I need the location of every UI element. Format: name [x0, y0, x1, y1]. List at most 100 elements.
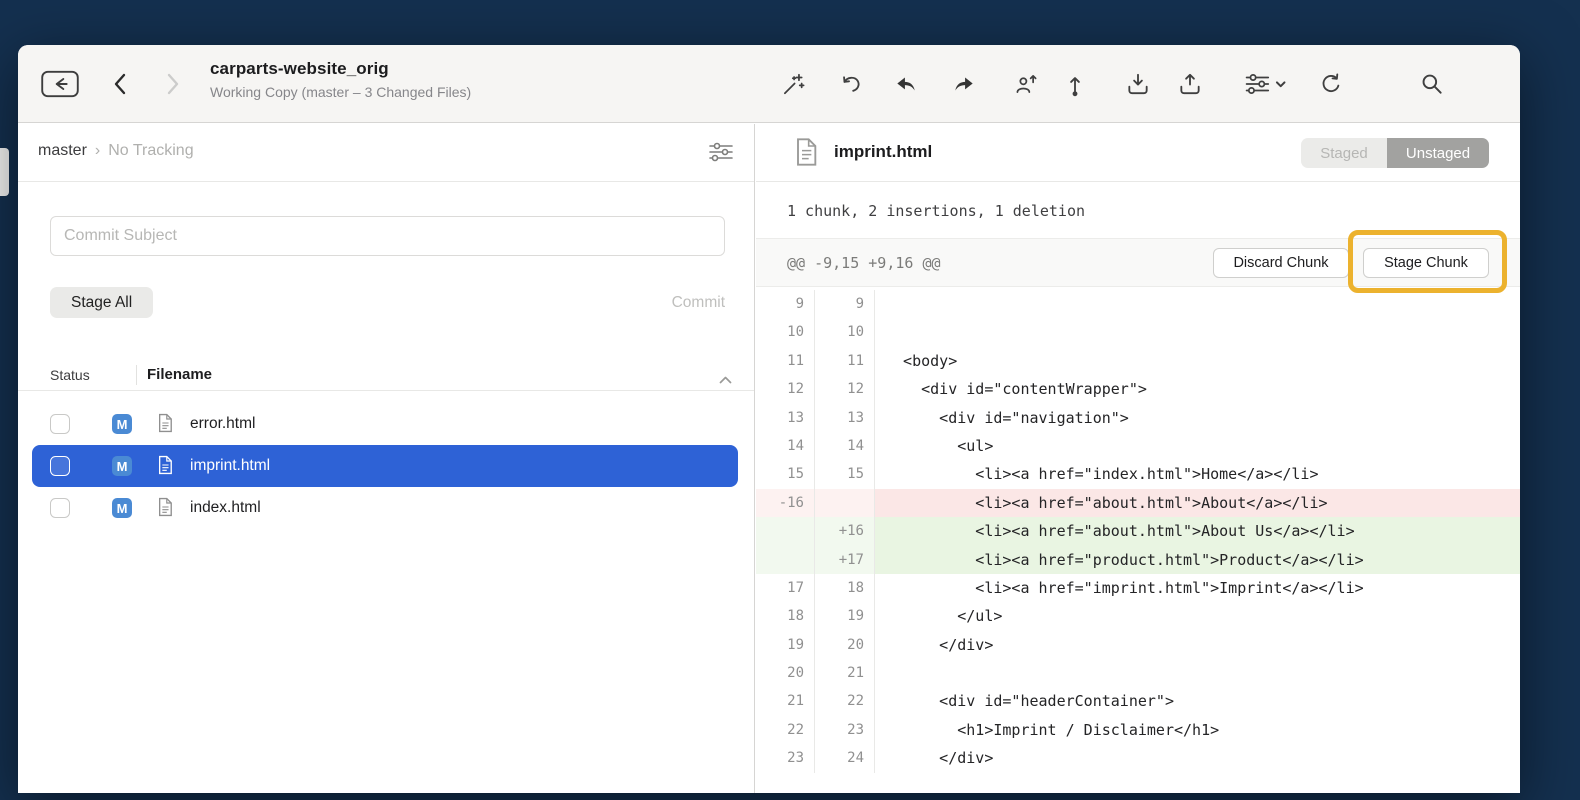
filename-column-header[interactable]: Filename	[147, 366, 212, 383]
diff-filename: imprint.html	[834, 142, 932, 162]
old-line-number: 11	[756, 347, 815, 375]
checkout-icon[interactable]	[1003, 62, 1047, 106]
diff-line[interactable]: 2122 <div id="headerContainer">	[756, 687, 1520, 715]
code-text: </div>	[875, 744, 1520, 772]
new-line-number: 15	[815, 460, 875, 488]
main-content: master › No Tracking Stage All Commit St…	[18, 124, 1520, 793]
commit-subject-input[interactable]	[50, 216, 725, 256]
diff-line[interactable]: 1718 <li><a href="imprint.html">Imprint<…	[756, 574, 1520, 602]
breadcrumb-separator-icon: ›	[95, 142, 100, 160]
chunk-header-bar: @@ -9,15 +9,16 @@ Discard Chunk Stage Ch…	[756, 238, 1520, 287]
code-text: <li><a href="imprint.html">Imprint</a></…	[875, 574, 1520, 602]
code-text: <body>	[875, 347, 1520, 375]
back-button[interactable]	[98, 62, 142, 106]
commit-icon[interactable]	[1053, 62, 1097, 106]
code-text: </div>	[875, 631, 1520, 659]
old-line-number: 21	[756, 687, 815, 715]
new-line-number: 19	[815, 602, 875, 630]
commit-button[interactable]: Commit	[672, 294, 725, 312]
stage-checkbox[interactable]	[50, 456, 70, 476]
diff-line[interactable]: 1414 <ul>	[756, 432, 1520, 460]
diff-panel: imprint.html Staged Unstaged 1 chunk, 2 …	[756, 124, 1520, 793]
cherry-pick-icon[interactable]	[942, 62, 986, 106]
diff-line[interactable]: 1212 <div id="contentWrapper">	[756, 375, 1520, 403]
stage-checkbox[interactable]	[50, 414, 70, 434]
stage-chunk-button[interactable]: Stage Chunk	[1363, 248, 1489, 278]
diff-line[interactable]: 2324 </div>	[756, 744, 1520, 772]
file-row[interactable]: M index.html	[32, 487, 738, 529]
diff-line[interactable]: 1819 </ul>	[756, 602, 1520, 630]
unstaged-tab[interactable]: Unstaged	[1387, 138, 1489, 168]
new-line-number	[815, 489, 875, 517]
merge-icon[interactable]	[884, 62, 928, 106]
new-line-number: 13	[815, 404, 875, 432]
status-column-header[interactable]: Status	[50, 367, 90, 383]
old-line-number: 18	[756, 602, 815, 630]
pull-icon[interactable]	[1116, 62, 1160, 106]
sidebar: master › No Tracking Stage All Commit St…	[18, 124, 755, 793]
code-text	[875, 659, 1520, 687]
working-copy-icon[interactable]	[38, 62, 82, 106]
undo-icon[interactable]	[829, 62, 873, 106]
diff-line[interactable]: 99	[756, 290, 1520, 318]
diff-line[interactable]: 1111 <body>	[756, 347, 1520, 375]
breadcrumb-tracking[interactable]: No Tracking	[108, 142, 193, 160]
file-list: M error.htmlM imprint.htmlM index.html	[18, 403, 754, 529]
filename-label: index.html	[190, 498, 261, 518]
new-line-number: 23	[815, 716, 875, 744]
diff-line[interactable]: 1010	[756, 318, 1520, 346]
code-text	[875, 318, 1520, 346]
old-line-number: 17	[756, 574, 815, 602]
old-line-number: 12	[756, 375, 815, 403]
modified-status-badge: M	[112, 498, 132, 518]
old-line-number: 15	[756, 460, 815, 488]
file-row[interactable]: M imprint.html	[32, 445, 738, 487]
code-text: <li><a href="index.html">Home</a></li>	[875, 460, 1520, 488]
refresh-icon[interactable]	[1309, 62, 1353, 106]
code-text	[875, 290, 1520, 318]
diff-line[interactable]: +17 <li><a href="product.html">Product</…	[756, 546, 1520, 574]
push-icon[interactable]	[1168, 62, 1212, 106]
file-row[interactable]: M error.html	[32, 403, 738, 445]
breadcrumb-branch[interactable]: master	[38, 142, 87, 160]
forward-button[interactable]	[151, 62, 195, 106]
search-icon[interactable]	[1410, 62, 1454, 106]
code-text: <div id="headerContainer">	[875, 687, 1520, 715]
column-divider	[136, 365, 137, 385]
window-subtitle: Working Copy (master – 3 Changed Files)	[210, 84, 471, 100]
window-title: carparts-website_orig	[210, 59, 471, 79]
code-text: <li><a href="product.html">Product</a></…	[875, 546, 1520, 574]
code-text: <ul>	[875, 432, 1520, 460]
diff-line[interactable]: 1515 <li><a href="index.html">Home</a></…	[756, 460, 1520, 488]
new-line-number: 22	[815, 687, 875, 715]
modified-status-badge: M	[112, 414, 132, 434]
new-line-number: 11	[815, 347, 875, 375]
old-line-number	[756, 517, 815, 545]
diff-line[interactable]: 1920 </div>	[756, 631, 1520, 659]
stage-all-button[interactable]: Stage All	[50, 287, 153, 318]
stage-commit-row: Stage All Commit	[50, 287, 725, 318]
collapse-chevron-up-icon[interactable]	[719, 371, 732, 389]
app-window: carparts-website_orig Working Copy (mast…	[18, 45, 1520, 793]
diff-line[interactable]: 1313 <div id="navigation">	[756, 404, 1520, 432]
discard-chunk-button[interactable]: Discard Chunk	[1213, 248, 1349, 278]
quick-launch-icon[interactable]	[771, 62, 815, 106]
diff-line[interactable]: +16 <li><a href="about.html">About Us</a…	[756, 517, 1520, 545]
code-text: <div id="navigation">	[875, 404, 1520, 432]
stage-checkbox[interactable]	[50, 498, 70, 518]
code-text: <li><a href="about.html">About</a></li>	[875, 489, 1520, 517]
diff-line[interactable]: 2021	[756, 659, 1520, 687]
filter-icon[interactable]	[706, 140, 736, 166]
diff-line[interactable]: 2223 <h1>Imprint / Disclaimer</h1>	[756, 716, 1520, 744]
old-line-number: 14	[756, 432, 815, 460]
diff-line[interactable]: -16 <li><a href="about.html">About</a></…	[756, 489, 1520, 517]
old-line-number	[756, 546, 815, 574]
repo-settings-icon[interactable]	[1237, 62, 1293, 106]
new-line-number: 14	[815, 432, 875, 460]
old-line-number: 10	[756, 318, 815, 346]
old-line-number: 20	[756, 659, 815, 687]
old-line-number: 9	[756, 290, 815, 318]
new-line-number: 24	[815, 744, 875, 772]
file-table-header: Status Filename	[18, 360, 754, 391]
staged-tab[interactable]: Staged	[1301, 138, 1387, 168]
